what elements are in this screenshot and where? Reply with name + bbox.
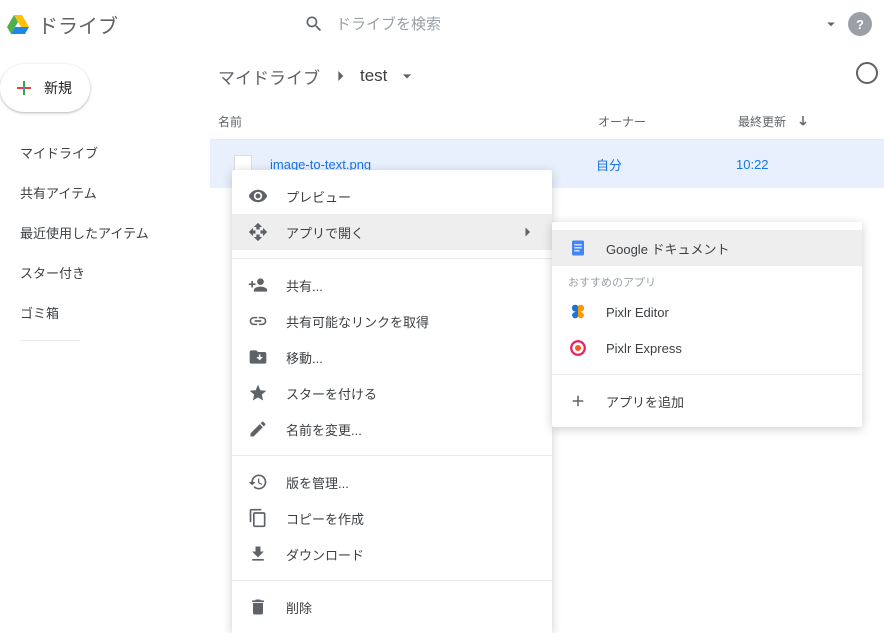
menu-preview[interactable]: プレビュー (232, 178, 552, 214)
eye-icon (248, 186, 268, 206)
submenu-recommended-header: おすすめのアプリ (552, 266, 862, 294)
sort-down-icon (794, 113, 812, 131)
butterfly-icon (568, 302, 588, 322)
menu-divider (232, 580, 552, 581)
search-icon (304, 14, 324, 34)
sidebar-item-trash[interactable]: ゴミ箱 (0, 292, 210, 332)
star-icon (248, 383, 268, 403)
plus-icon (568, 391, 588, 411)
breadcrumb-root[interactable]: マイドライブ (218, 64, 320, 89)
drive-logo-icon (6, 12, 30, 36)
download-icon (248, 544, 268, 564)
submenu-google-docs[interactable]: Google ドキュメント (552, 230, 862, 266)
folder-move-icon (248, 347, 268, 367)
person-add-icon (248, 275, 268, 295)
menu-download[interactable]: ダウンロード (232, 536, 552, 572)
docs-icon (568, 238, 588, 258)
sidebar-item-shared[interactable]: 共有アイテム (0, 172, 210, 212)
sidebar-item-recent[interactable]: 最近使用したアイテム (0, 212, 210, 252)
col-name[interactable]: 名前 (218, 113, 598, 130)
context-menu: プレビュー アプリで開く 共有... 共有可能なリンクを取得 移動... スター… (232, 170, 552, 633)
menu-move[interactable]: 移動... (232, 339, 552, 375)
breadcrumb: マイドライブ test (210, 62, 884, 90)
edit-icon (248, 419, 268, 439)
help-icon[interactable]: ? (848, 12, 872, 36)
menu-copy[interactable]: コピーを作成 (232, 500, 552, 536)
submenu-divider (552, 374, 862, 375)
plus-icon (12, 76, 36, 100)
breadcrumb-current[interactable]: test (360, 66, 387, 86)
new-button-label: 新規 (44, 78, 72, 98)
new-button[interactable]: 新規 (0, 64, 90, 112)
search-bar[interactable] (292, 4, 852, 44)
chevron-down-icon[interactable] (397, 66, 417, 86)
submenu-pixlr-editor[interactable]: Pixlr Editor (552, 294, 862, 330)
column-headers: 名前 オーナー 最終更新 (210, 104, 884, 140)
menu-rename[interactable]: 名前を変更... (232, 411, 552, 447)
link-icon (248, 311, 268, 331)
search-options-icon[interactable] (822, 15, 840, 33)
chevron-right-icon (330, 66, 350, 86)
trash-icon (248, 597, 268, 617)
sidebar-item-mydrive[interactable]: マイドライブ (0, 132, 210, 172)
file-owner: 自分 (596, 155, 736, 174)
menu-get-link[interactable]: 共有可能なリンクを取得 (232, 303, 552, 339)
info-icon[interactable] (856, 62, 878, 84)
history-icon (248, 472, 268, 492)
menu-divider (232, 258, 552, 259)
menu-star[interactable]: スターを付ける (232, 375, 552, 411)
app-title: ドライブ (38, 10, 118, 39)
file-time: 10:22 (736, 157, 816, 172)
sidebar-divider (20, 340, 80, 341)
menu-open-with[interactable]: アプリで開く (232, 214, 552, 250)
col-modified[interactable]: 最終更新 (738, 113, 848, 131)
submenu-add-app[interactable]: アプリを追加 (552, 383, 862, 419)
col-owner[interactable]: オーナー (598, 113, 738, 130)
submenu-pixlr-express[interactable]: Pixlr Express (552, 330, 862, 366)
chevron-right-icon (518, 223, 536, 241)
copy-icon (248, 508, 268, 528)
circle-gradient-icon (568, 338, 588, 358)
menu-divider (232, 455, 552, 456)
menu-delete[interactable]: 削除 (232, 589, 552, 625)
sidebar: 新規 マイドライブ 共有アイテム 最近使用したアイテム スター付き ゴミ箱 (0, 48, 210, 588)
search-input[interactable] (336, 16, 822, 33)
menu-share[interactable]: 共有... (232, 267, 552, 303)
menu-versions[interactable]: 版を管理... (232, 464, 552, 500)
open-with-icon (248, 222, 268, 242)
sidebar-item-starred[interactable]: スター付き (0, 252, 210, 292)
open-with-submenu: Google ドキュメント おすすめのアプリ Pixlr Editor Pixl… (552, 222, 862, 427)
